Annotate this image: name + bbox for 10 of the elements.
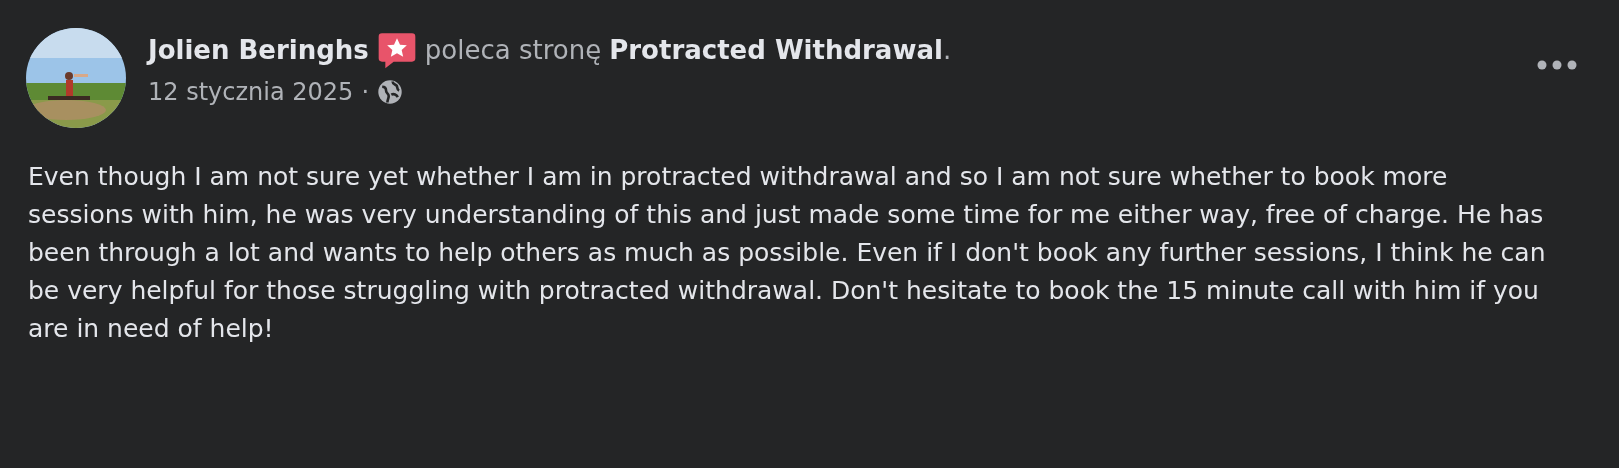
post-text: Even though I am not sure yet whether I am in protracted withdrawal and so I am not sure whether to book more sessions with him, he was very understanding of this and just made some time for me either way, free of charge. He has been through a lot and wants to help others as much as possible. Even if I don't book any further sessions, I think he can be very helpful for those struggling with protracted withdrawal. Don't hesitate to book the 15 minute call with him if you are in need of help! [28, 161, 1547, 345]
author-link[interactable]: Jolien Beringhs [148, 35, 369, 65]
recommends-text: poleca stronę [424, 35, 602, 65]
recommend-icon [376, 30, 417, 70]
post-date[interactable]: 12 stycznia 2025 [148, 78, 354, 106]
more-icon [1537, 60, 1577, 70]
period-text: . [942, 35, 952, 65]
page-link[interactable]: Protracted Withdrawal [609, 35, 943, 65]
globe-icon [377, 79, 403, 105]
separator-text: · [361, 78, 369, 106]
